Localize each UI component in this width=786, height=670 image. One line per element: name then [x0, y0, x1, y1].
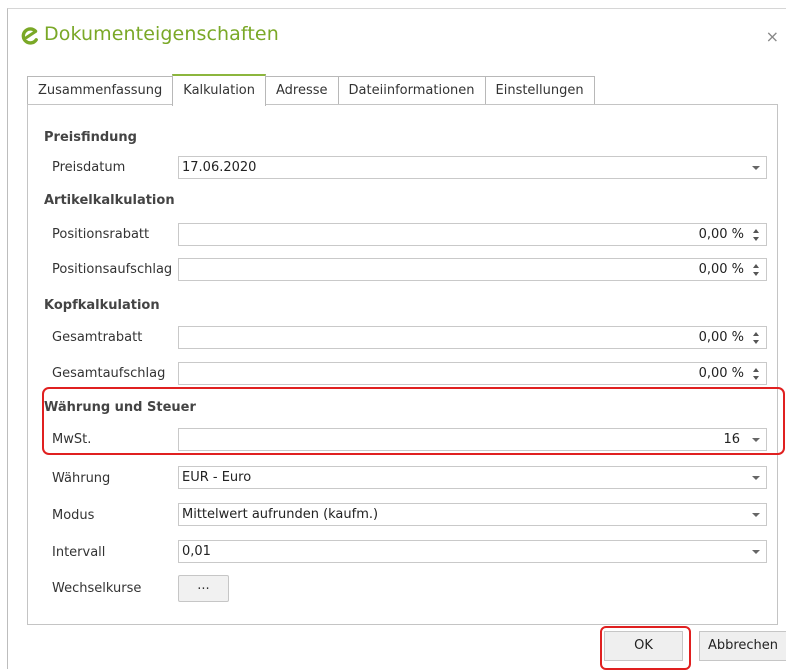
modus-dropdown[interactable]: Mittelwert aufrunden (kaufm.) — [178, 503, 767, 526]
tab-zusammenfassung[interactable]: Zusammenfassung — [27, 76, 174, 104]
modus-label: Modus — [52, 508, 95, 523]
waehrung-label: Währung — [52, 471, 111, 486]
title-bar: Dokumenteigenschaften × — [8, 9, 786, 65]
waehrung-value: EUR - Euro — [182, 470, 252, 485]
cancel-button[interactable]: Abbrechen — [699, 631, 786, 661]
dialog-title: Dokumenteigenschaften — [44, 23, 279, 45]
tab-einstellungen[interactable]: Einstellungen — [484, 76, 595, 104]
gesamtaufschlag-input[interactable]: 0,00 % — [178, 362, 767, 385]
section-artikelkalkulation-heading: Artikelkalkulation — [44, 193, 175, 208]
spin-updown-icon[interactable] — [752, 262, 761, 278]
document-properties-dialog: Dokumenteigenschaften × Zusammenfassung … — [7, 8, 786, 670]
spin-updown-icon[interactable] — [752, 366, 761, 382]
gesamtrabatt-label: Gesamtrabatt — [52, 330, 143, 345]
positionsrabatt-input[interactable]: 0,00 % — [178, 223, 767, 246]
section-kopfkalkulation-heading: Kopfkalkulation — [44, 298, 160, 313]
spin-updown-icon[interactable] — [752, 227, 761, 243]
spin-updown-icon[interactable] — [752, 330, 761, 346]
positionsaufschlag-label: Positionsaufschlag — [52, 262, 173, 277]
positionsaufschlag-input[interactable]: 0,00 % — [178, 258, 767, 281]
mwst-label: MwSt. — [52, 432, 92, 447]
tab-kalkulation[interactable]: Kalkulation — [172, 74, 267, 106]
app-logo-icon — [21, 27, 38, 45]
chevron-down-icon[interactable] — [752, 476, 760, 480]
intervall-label: Intervall — [52, 545, 106, 560]
gesamtaufschlag-label: Gesamtaufschlag — [52, 366, 166, 381]
section-preisfindung-heading: Preisfindung — [44, 130, 137, 145]
preisdatum-dropdown[interactable]: 17.06.2020 — [178, 156, 767, 179]
close-icon[interactable]: × — [766, 27, 779, 46]
section-waehrung-steuer-heading: Währung und Steuer — [44, 400, 196, 415]
ok-button[interactable]: OK — [604, 631, 683, 661]
positionsaufschlag-value: 0,00 % — [698, 262, 744, 277]
chevron-down-icon[interactable] — [752, 438, 760, 442]
preisdatum-label: Preisdatum — [52, 160, 126, 175]
tab-adresse[interactable]: Adresse — [265, 76, 339, 104]
kalkulation-panel: Preisfindung Preisdatum 17.06.2020 Artik… — [27, 104, 785, 625]
gesamtrabatt-input[interactable]: 0,00 % — [178, 326, 767, 349]
chevron-down-icon[interactable] — [752, 550, 760, 554]
tab-bar: Zusammenfassung Kalkulation Adresse Date… — [27, 74, 595, 106]
intervall-value: 0,01 — [182, 544, 211, 559]
waehrung-dropdown[interactable]: EUR - Euro — [178, 466, 767, 489]
chevron-down-icon[interactable] — [752, 166, 760, 170]
gesamtaufschlag-value: 0,00 % — [698, 366, 744, 381]
wechselkurse-button[interactable]: ... — [178, 575, 229, 602]
positionsrabatt-value: 0,00 % — [698, 227, 744, 242]
chevron-down-icon[interactable] — [752, 513, 760, 517]
tab-dateiinformationen[interactable]: Dateiinformationen — [337, 76, 486, 104]
mwst-dropdown[interactable]: 16 — [178, 428, 767, 451]
intervall-dropdown[interactable]: 0,01 — [178, 540, 767, 563]
wechselkurse-label: Wechselkurse — [52, 581, 142, 596]
preisdatum-value: 17.06.2020 — [182, 160, 257, 175]
mwst-value: 16 — [723, 432, 740, 447]
positionsrabatt-label: Positionsrabatt — [52, 227, 150, 242]
gesamtrabatt-value: 0,00 % — [698, 330, 744, 345]
modus-value: Mittelwert aufrunden (kaufm.) — [182, 507, 379, 522]
